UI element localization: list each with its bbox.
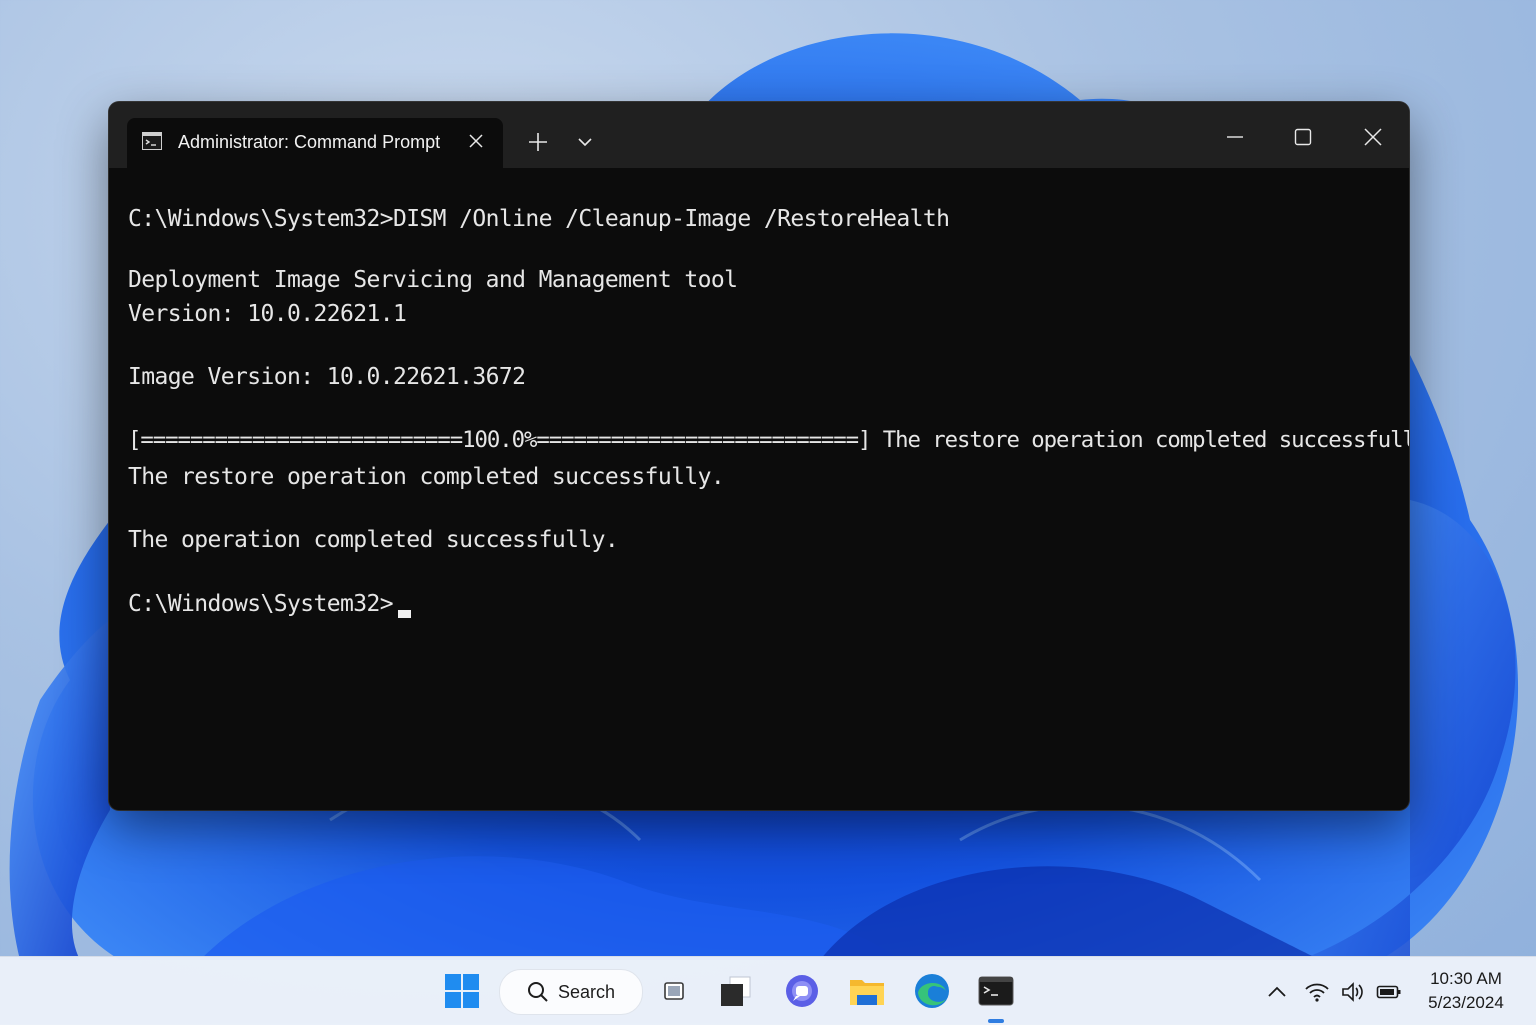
output-line: Image Version: 10.0.22621.3672	[128, 364, 526, 390]
desktops-icon[interactable]	[716, 971, 756, 1011]
terminal-icon[interactable]	[976, 971, 1016, 1011]
active-app-indicator	[988, 1019, 1004, 1023]
edge-icon[interactable]	[912, 971, 952, 1011]
command-line: C:\Windows\System32>DISM /Online /Cleanu…	[128, 206, 950, 232]
date-text: 5/23/2024	[1428, 993, 1504, 1012]
wifi-icon[interactable]	[1304, 979, 1330, 1005]
battery-icon[interactable]	[1376, 979, 1402, 1005]
output-line: Version: 10.0.22621.1	[128, 301, 407, 327]
close-tab-icon[interactable]	[467, 132, 485, 150]
task-view-icon[interactable]	[654, 971, 694, 1011]
output-line: The restore operation completed successf…	[128, 464, 725, 490]
command-prompt-window[interactable]: Administrator: Command Prompt C:\Windows…	[109, 102, 1409, 810]
search-label: Search	[558, 982, 616, 1002]
tab-command-prompt[interactable]: Administrator: Command Prompt	[127, 118, 503, 168]
chevron-up-icon[interactable]	[1264, 979, 1290, 1005]
start-icon[interactable]	[442, 971, 482, 1011]
output-line: Deployment Image Servicing and Managemen…	[128, 267, 738, 293]
close-icon[interactable]	[1362, 126, 1384, 148]
output-line: The operation completed successfully.	[128, 527, 619, 553]
title-bar[interactable]: Administrator: Command Prompt	[109, 102, 1409, 168]
time-text: 10:30 AM	[1430, 969, 1502, 988]
tab-title: Administrator: Command Prompt	[178, 132, 441, 152]
terminal-tab-icon	[142, 132, 162, 150]
search-icon	[528, 982, 548, 1002]
new-tab-icon[interactable]	[527, 131, 549, 153]
progress-line: [==========================100.0%=======…	[128, 427, 1409, 453]
chat-icon[interactable]	[782, 971, 822, 1011]
console-output[interactable]: C:\Windows\System32>DISM /Online /Cleanu…	[128, 168, 1409, 810]
text-cursor	[398, 610, 411, 618]
taskbar: Search 10:30 AM 5/23/2024	[0, 956, 1536, 1025]
minimize-icon[interactable]	[1224, 126, 1246, 148]
maximize-icon[interactable]	[1292, 126, 1314, 148]
chevron-down-icon[interactable]	[576, 133, 594, 151]
file-explorer-icon[interactable]	[847, 971, 887, 1011]
speaker-icon[interactable]	[1340, 979, 1366, 1005]
clock[interactable]: 10:30 AM 5/23/2024	[1410, 967, 1522, 1015]
prompt-line: C:\Windows\System32>	[128, 591, 407, 617]
taskbar-search[interactable]: Search	[499, 969, 643, 1015]
